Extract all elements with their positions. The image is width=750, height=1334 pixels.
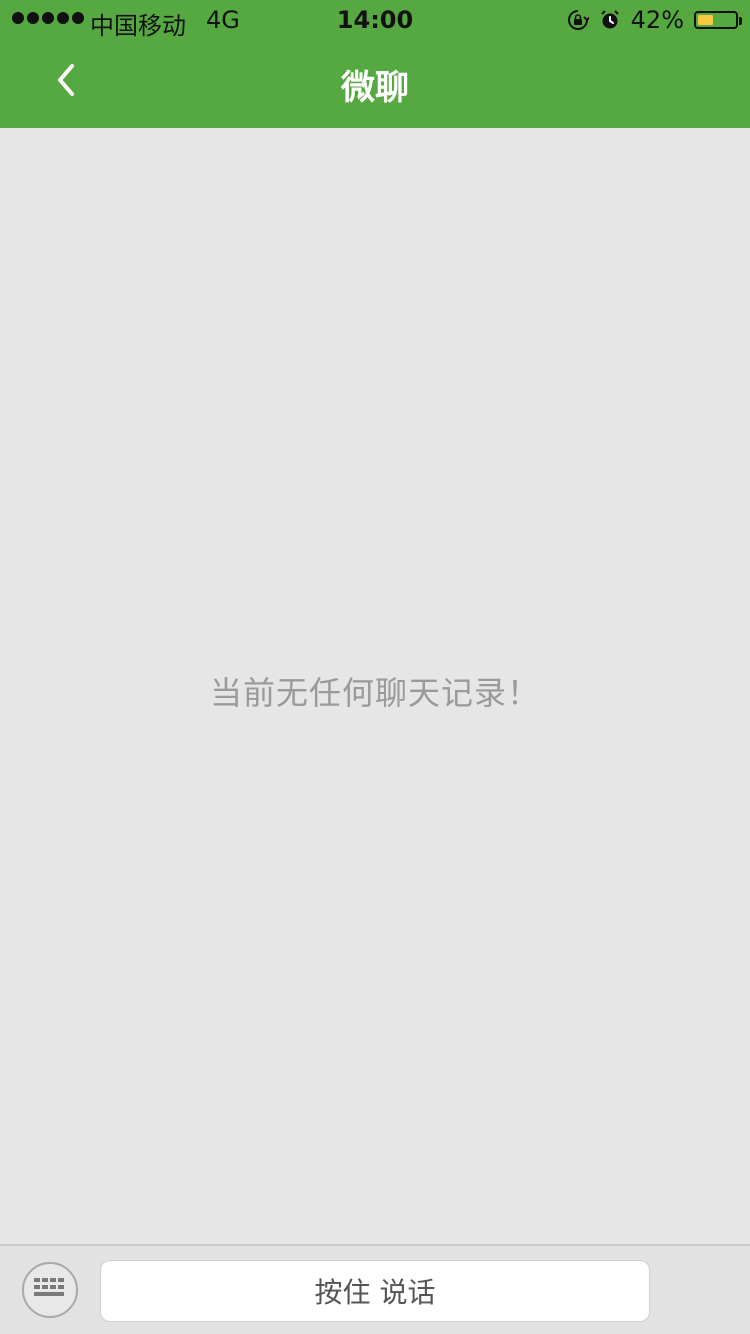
battery-tip bbox=[739, 17, 742, 25]
battery-icon bbox=[694, 11, 742, 29]
status-bar: 中国移动 4G 14:00 42% bbox=[0, 0, 750, 40]
app-header: 中国移动 4G 14:00 42% 微聊 bbox=[0, 0, 750, 128]
status-right-cluster: 42% bbox=[567, 6, 742, 34]
hold-to-talk-button[interactable]: 按住 说话 bbox=[100, 1260, 650, 1322]
keyboard-icon bbox=[33, 1276, 67, 1304]
battery-percent: 42% bbox=[630, 6, 684, 34]
chat-input-bar: 按住 说话 bbox=[0, 1244, 750, 1334]
battery-fill bbox=[698, 15, 714, 25]
chat-history-area: 当前无任何聊天记录！ bbox=[0, 128, 750, 1244]
page-title: 微聊 bbox=[341, 68, 409, 108]
empty-chat-message: 当前无任何聊天记录！ bbox=[209, 674, 540, 712]
alarm-icon bbox=[599, 9, 621, 31]
orientation-lock-icon bbox=[567, 9, 589, 31]
keyboard-toggle-button[interactable] bbox=[22, 1262, 78, 1318]
